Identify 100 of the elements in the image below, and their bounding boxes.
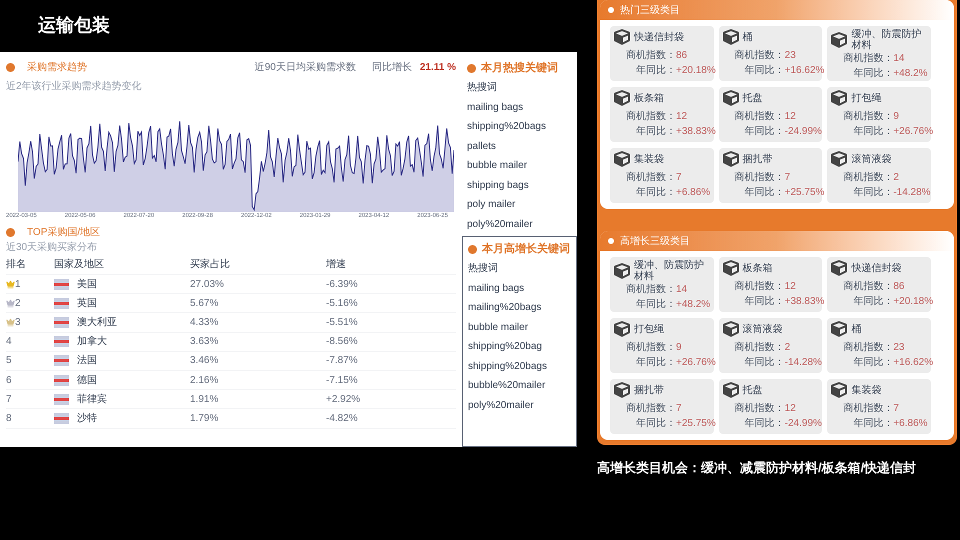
category-name: 托盘 <box>742 92 763 104</box>
cube-icon <box>831 321 848 337</box>
index-value: 12 <box>784 110 796 124</box>
index-value: 23 <box>893 341 904 355</box>
yoy-label: 年同比： <box>636 124 676 139</box>
column-header: 国家及地区 <box>54 258 105 272</box>
index-label: 商机指数： <box>843 52 894 66</box>
index-value: 86 <box>893 280 904 294</box>
keyword-item: mailing%20bags <box>468 301 542 315</box>
conclusion-text: 高增长类目机会：缓冲、减震防护材料/板条箱/快递信封 <box>597 459 918 477</box>
bullet-icon <box>467 64 476 72</box>
country-name: 英国 <box>77 296 97 311</box>
index-label: 商机指数： <box>843 402 894 416</box>
growth-rate: +2.92% <box>326 392 362 407</box>
index-label: 商机指数： <box>843 170 894 185</box>
growth-rate: -8.56% <box>326 335 359 350</box>
category-name: 滚筒液袋 <box>742 324 783 334</box>
yoy-value: +25.75% <box>784 186 824 200</box>
yoy-label: 年同比： <box>853 66 894 81</box>
yoy-label: 年同比： <box>853 186 894 200</box>
keyword-item: bubble mailer <box>467 159 528 173</box>
rank-number: 1 <box>15 278 21 292</box>
keyword-item: shipping%20bag <box>468 340 543 354</box>
index-value: 9 <box>676 341 682 355</box>
cube-icon <box>831 32 848 48</box>
panel-title: 高增长三级类目 <box>620 234 690 248</box>
country-name: 加拿大 <box>77 334 107 350</box>
yoy-value: +16.62% <box>784 64 824 78</box>
index-label: 商机指数： <box>626 110 676 124</box>
cube-icon <box>831 382 848 398</box>
keyword-item: pallets <box>467 140 497 154</box>
yoy-value: +20.18% <box>893 295 934 309</box>
index-value: 23 <box>784 49 796 63</box>
yoy-label: 年同比： <box>744 64 785 78</box>
index-label: 商机指数： <box>734 110 785 124</box>
index-value: 12 <box>676 110 688 124</box>
yoy-label: 年同比： <box>636 186 676 200</box>
yoy-value: +6.86% <box>893 417 928 431</box>
category-name: 快递信封袋 <box>634 32 684 42</box>
yoy-label: 年同比： <box>636 64 676 78</box>
growth-rate: -5.51% <box>326 316 359 330</box>
growth-rate: -7.15% <box>326 374 359 388</box>
cube-icon <box>722 260 739 276</box>
growth-rate: -7.87% <box>326 354 359 368</box>
growth-label: 同比增长 <box>372 60 412 75</box>
flag-icon <box>54 374 69 386</box>
keyword-item: shipping bags <box>467 178 530 192</box>
index-label: 商机指数： <box>626 402 676 416</box>
yoy-value: +38.83% <box>676 125 716 139</box>
country-name: 菲律宾 <box>77 392 107 407</box>
yoy-label: 年同比： <box>744 186 785 200</box>
cube-icon <box>831 90 848 106</box>
cube-icon <box>722 382 739 398</box>
rank-number: 4 <box>6 335 12 350</box>
bullet-icon <box>608 7 614 13</box>
yoy-label: 年同比： <box>744 416 785 431</box>
share-value: 1.79% <box>190 412 220 426</box>
country-name: 法国 <box>77 354 97 368</box>
index-value: 2 <box>893 171 899 185</box>
index-value: 12 <box>784 402 796 416</box>
category-name: 集装袋 <box>851 384 882 396</box>
yoy-label: 年同比： <box>636 356 676 370</box>
cube-icon <box>614 29 630 45</box>
growth-rate: -6.39% <box>326 278 359 292</box>
country-name: 澳大利亚 <box>77 316 117 330</box>
panel-title: 热门三级类目 <box>620 4 680 18</box>
cube-icon <box>722 151 739 167</box>
yoy-value: +16.62% <box>893 356 934 370</box>
section-title: TOP采购国/地区 <box>27 226 100 240</box>
section-subtitle: 近30天采购买家分布 <box>6 240 98 255</box>
category-name: 桶 <box>742 32 753 42</box>
bullet-icon <box>6 228 15 237</box>
category-name: 板条箱 <box>742 262 773 274</box>
country-name: 德国 <box>77 374 97 388</box>
category-name: 桶 <box>851 324 862 334</box>
country-name: 沙特 <box>77 412 97 426</box>
share-value: 27.03% <box>190 278 225 292</box>
bullet-icon <box>608 238 614 244</box>
bullet-icon <box>6 63 15 72</box>
keyword-item: 热搜词 <box>468 262 499 276</box>
share-value: 1.91% <box>190 392 220 407</box>
yoy-value: +26.76% <box>893 125 934 139</box>
share-value: 4.33% <box>190 316 220 330</box>
cube-icon <box>831 151 848 167</box>
flag-icon <box>54 278 69 290</box>
keywords-title: 本月高增长关键词 <box>482 242 570 256</box>
rank-number: 2 <box>15 296 21 311</box>
category-name: 缓冲、防震防护材料 <box>851 29 922 51</box>
flag-icon <box>54 298 69 309</box>
yoy-label: 年同比： <box>744 124 785 139</box>
flag-icon <box>54 355 69 366</box>
stat-label: 近90天日均采购需求数 <box>254 60 356 75</box>
keyword-item: shipping%20bags <box>467 120 547 134</box>
index-label: 商机指数： <box>626 282 676 297</box>
category-name: 快递信封袋 <box>851 262 902 274</box>
category-name: 滚筒液袋 <box>851 154 892 164</box>
index-label: 商机指数： <box>843 110 894 124</box>
column-header: 买家占比 <box>190 258 231 272</box>
yoy-label: 年同比： <box>636 298 676 312</box>
yoy-value: -24.99% <box>784 125 822 139</box>
